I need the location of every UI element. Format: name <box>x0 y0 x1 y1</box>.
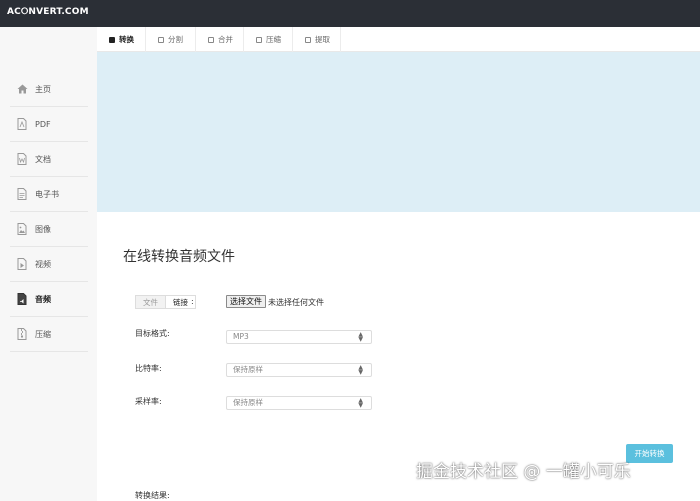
checkbox-icon <box>208 36 214 43</box>
tab-extract[interactable]: 提取 <box>293 27 341 52</box>
sample-rate-select[interactable]: 保持原样 ▲ ▼ <box>226 396 372 410</box>
tab-merge[interactable]: 合并 <box>196 27 244 52</box>
start-convert-button[interactable]: 开始转换 <box>626 444 673 463</box>
source-file-option[interactable]: 文件 <box>135 295 166 309</box>
sidebar-item-document[interactable]: 文档 <box>10 142 88 177</box>
archive-icon <box>16 328 28 340</box>
ebook-icon <box>16 188 28 200</box>
bitrate-label: 比特率: <box>135 364 162 373</box>
sidebar-item-label: PDF <box>35 119 51 129</box>
tab-label: 分割 <box>168 35 183 44</box>
select-value: 保持原样 <box>233 398 263 407</box>
select-arrows-icon: ▲ ▼ <box>358 331 363 343</box>
select-arrows-icon: ▲ ▼ <box>358 397 363 409</box>
sidebar-item-audio[interactable]: 音频 <box>10 282 88 317</box>
sidebar-item-label: 主页 <box>35 84 51 94</box>
pdf-icon <box>16 118 28 130</box>
sidebar-item-label: 图像 <box>35 224 51 234</box>
tab-split[interactable]: 分割 <box>146 27 196 52</box>
checkbox-icon <box>305 36 311 43</box>
sidebar-item-label: 压缩 <box>35 329 51 339</box>
site-logo[interactable]: AC⭘NVERT.COM <box>7 7 89 17</box>
result-label: 转换结果: <box>135 491 170 500</box>
sample-rate-label: 采样率: <box>135 397 162 406</box>
source-colon: : <box>191 297 194 306</box>
sidebar-item-label: 文档 <box>35 154 51 164</box>
bitrate-select[interactable]: 保持原样 ▲ ▼ <box>226 363 372 377</box>
document-icon <box>16 153 28 165</box>
choose-file-button[interactable]: 选择文件 <box>226 295 266 308</box>
sidebar-item-archive[interactable]: 压缩 <box>10 317 88 352</box>
page-title: 在线转换音频文件 <box>123 249 235 265</box>
checkbox-icon <box>158 36 164 43</box>
tab-bar: 转换 分割 合并 压缩 提取 <box>97 27 700 52</box>
sidebar-item-home[interactable]: 主页 <box>10 72 88 107</box>
sidebar-item-label: 电子书 <box>35 189 59 199</box>
sidebar-item-video[interactable]: 视频 <box>10 247 88 282</box>
checkbox-icon <box>109 36 115 43</box>
select-value: 保持原样 <box>233 365 263 374</box>
sidebar: 主页 PDF 文档 电子书 图像 视频 音频 压缩 <box>0 27 97 501</box>
tab-label: 压缩 <box>266 35 281 44</box>
audio-icon <box>16 293 28 305</box>
sidebar-item-image[interactable]: 图像 <box>10 212 88 247</box>
tab-label: 提取 <box>315 35 330 44</box>
select-arrows-icon: ▲ ▼ <box>358 364 363 376</box>
home-icon <box>16 83 28 95</box>
tab-compress[interactable]: 压缩 <box>244 27 293 52</box>
sidebar-item-label: 视频 <box>35 259 51 269</box>
target-format-label: 目标格式: <box>135 329 170 338</box>
select-value: MP3 <box>233 332 249 341</box>
tab-convert[interactable]: 转换 <box>97 27 146 52</box>
checkbox-icon <box>256 36 262 43</box>
banner-area <box>97 52 700 212</box>
tab-label: 转换 <box>119 35 134 44</box>
video-icon <box>16 258 28 270</box>
image-icon <box>16 223 28 235</box>
sidebar-item-pdf[interactable]: PDF <box>10 107 88 142</box>
file-status: 未选择任何文件 <box>268 298 324 307</box>
target-format-select[interactable]: MP3 ▲ ▼ <box>226 330 372 344</box>
sidebar-item-ebook[interactable]: 电子书 <box>10 177 88 212</box>
source-toggle: 文件 链接 <box>135 295 196 309</box>
sidebar-item-label: 音频 <box>35 294 51 304</box>
top-bar: AC⭘NVERT.COM <box>0 0 700 27</box>
watermark-text: 掘金技术社区 @ 一罐小可乐 <box>416 462 631 482</box>
tab-label: 合并 <box>218 35 233 44</box>
